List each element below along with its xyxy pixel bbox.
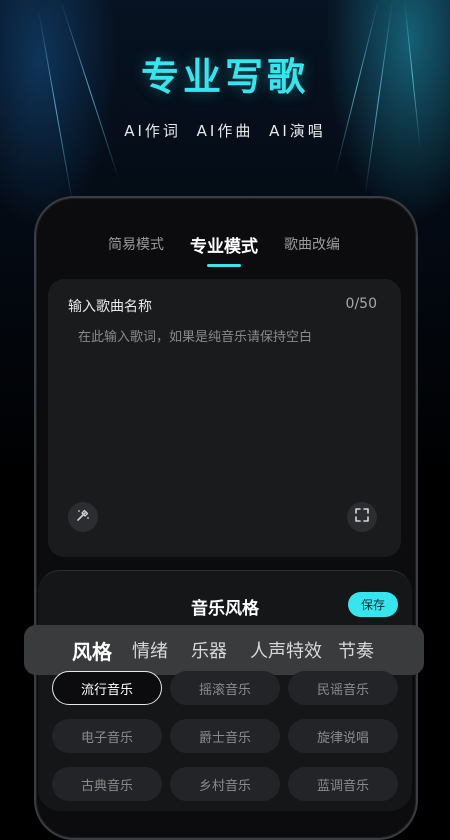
- tab-instrument[interactable]: 乐器: [191, 637, 227, 663]
- style-chip-melodic-rap[interactable]: 旋律说唱: [288, 719, 398, 753]
- tab-vocal-effects[interactable]: 人声特效: [250, 637, 322, 663]
- hero-title: 专业写歌: [140, 55, 309, 99]
- category-tabs: 风格 情绪 乐器 人声特效 节奏: [24, 625, 424, 675]
- mode-tabs: 简易模式 专业模式 歌曲改编: [34, 232, 414, 267]
- style-chip-electronic[interactable]: 电子音乐: [52, 719, 162, 753]
- style-chip-rock[interactable]: 摇滚音乐: [170, 671, 280, 705]
- tab-rhythm[interactable]: 节奏: [338, 637, 374, 663]
- tab-style[interactable]: 风格: [72, 636, 112, 665]
- song-name-input[interactable]: 输入歌曲名称: [68, 296, 152, 316]
- fullscreen-button[interactable]: [347, 502, 377, 532]
- lyrics-input[interactable]: [76, 329, 380, 346]
- hero-features: AI作词 AI作曲 AI演唱: [0, 120, 450, 141]
- feature-lyrics: AI作词: [124, 122, 181, 140]
- style-chip-classical[interactable]: 古典音乐: [52, 767, 162, 801]
- feature-sing: AI演唱: [269, 122, 326, 140]
- tab-simple-mode[interactable]: 简易模式: [108, 234, 164, 263]
- char-count: 0/50: [345, 296, 377, 312]
- lyric-assist-button[interactable]: [68, 502, 98, 532]
- style-chip-jazz[interactable]: 爵士音乐: [170, 719, 280, 753]
- fullscreen-icon: [354, 507, 370, 527]
- feature-compose: AI作曲: [196, 122, 254, 140]
- style-chip-folk[interactable]: 民谣音乐: [288, 671, 398, 705]
- tab-pro-mode[interactable]: 专业模式: [190, 232, 258, 267]
- style-chip-blues[interactable]: 蓝调音乐: [288, 767, 398, 801]
- magic-wand-icon: [75, 507, 91, 527]
- style-chip-country[interactable]: 乡村音乐: [170, 767, 280, 801]
- style-chip-pop[interactable]: 流行音乐: [52, 671, 162, 705]
- tab-mood[interactable]: 情绪: [132, 637, 168, 663]
- lyric-card: 输入歌曲名称 0/50: [48, 279, 401, 557]
- tab-song-remix[interactable]: 歌曲改编: [284, 234, 340, 263]
- save-button[interactable]: 保存: [348, 592, 398, 617]
